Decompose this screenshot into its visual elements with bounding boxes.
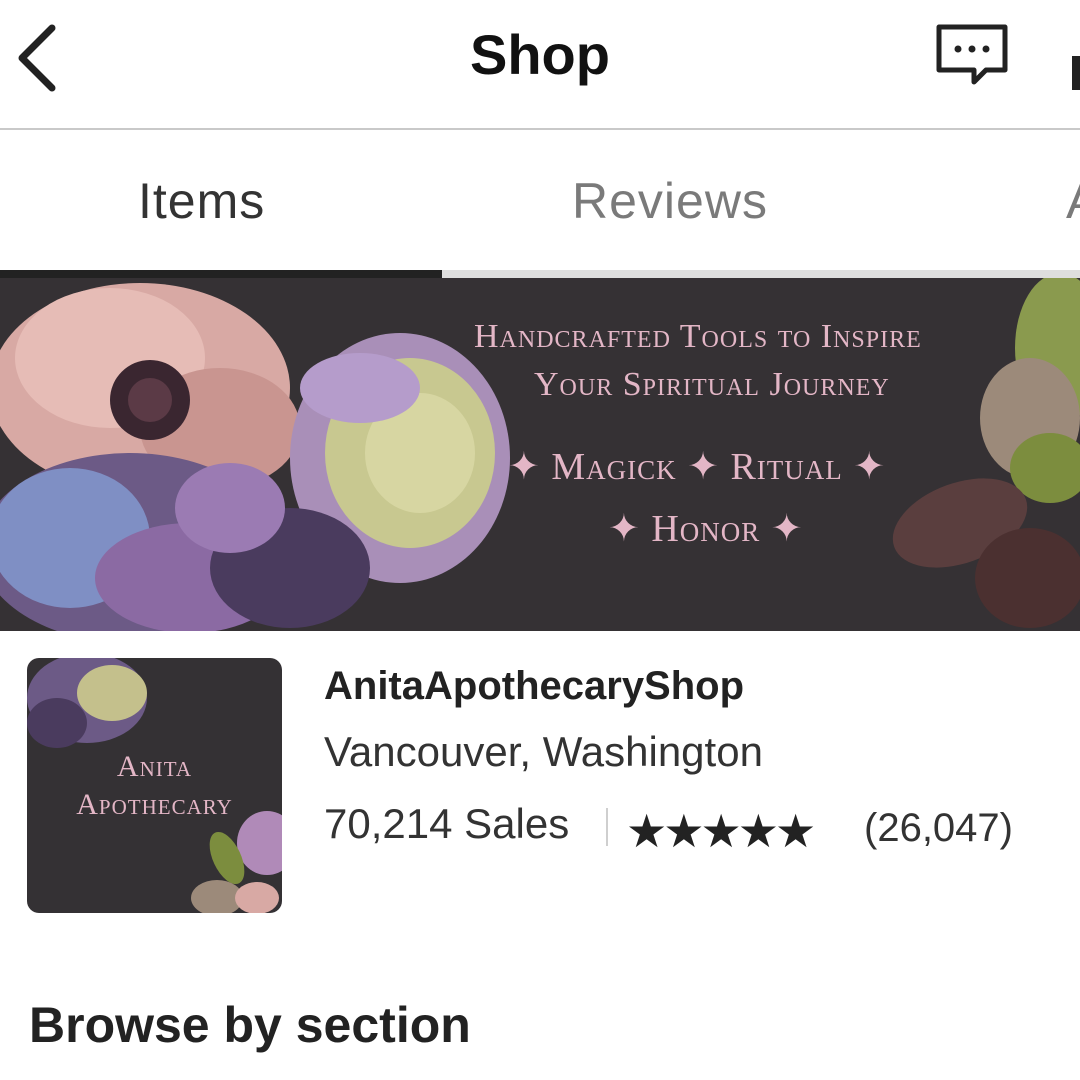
- logo-text-line-2: Apothecary: [76, 788, 233, 821]
- logo-text-line-1: Anita: [116, 750, 193, 783]
- shop-banner: Handcrafted Tools to Inspire Your Spirit…: [0, 278, 1080, 631]
- shop-tabs: Items Reviews A: [0, 130, 1080, 278]
- banner-tagline-3: ✦ Magick ✦ Ritual ✦: [508, 446, 887, 488]
- active-tab-indicator: [0, 270, 442, 278]
- section-heading: Browse by section: [29, 997, 471, 1053]
- review-count[interactable]: (26,047): [864, 806, 1013, 851]
- cart-icon[interactable]: [1072, 56, 1080, 90]
- top-nav-bar: Shop: [0, 0, 1080, 130]
- shop-location: Vancouver, Washington: [324, 728, 763, 775]
- banner-tagline-2: Your Spiritual Journey: [534, 366, 890, 403]
- banner-tagline-4: ✦ Honor ✦: [608, 508, 804, 550]
- sales-count: 70,214 Sales: [324, 800, 570, 847]
- shop-logo[interactable]: Anita Apothecary: [27, 658, 282, 913]
- tab-items[interactable]: Items: [138, 172, 265, 230]
- page-title: Shop: [470, 23, 610, 86]
- stats-divider: [606, 808, 608, 846]
- tab-about[interactable]: A: [1066, 172, 1080, 230]
- message-bubble-icon[interactable]: [934, 22, 1010, 88]
- shop-name: AnitaApothecaryShop: [324, 664, 745, 708]
- logo-floral-artwork: [27, 658, 282, 913]
- tab-reviews[interactable]: Reviews: [572, 172, 768, 230]
- tab-bar-track: [442, 270, 1080, 278]
- banner-tagline-1: Handcrafted Tools to Inspire: [474, 318, 922, 355]
- star-rating[interactable]: ★★★★★: [626, 804, 816, 858]
